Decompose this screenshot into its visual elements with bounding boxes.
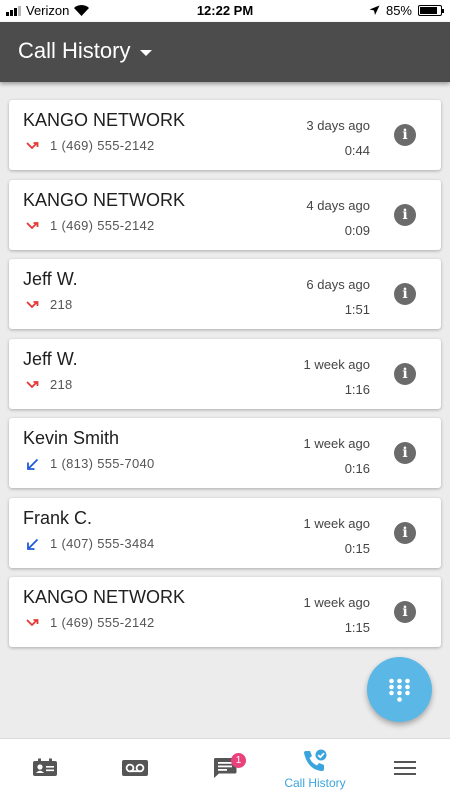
call-duration: 0:09 bbox=[344, 222, 370, 238]
unread-badge: 1 bbox=[231, 753, 246, 768]
call-duration: 1:15 bbox=[344, 620, 370, 635]
call-timestamp: 1 week ago bbox=[303, 436, 371, 451]
missed-call-icon bbox=[25, 138, 41, 154]
missed-call-icon bbox=[25, 377, 41, 393]
phone-number: 1 (469) 555-2142 bbox=[50, 217, 155, 233]
status-bar: Verizon 12:22 PM 85% bbox=[0, 0, 450, 22]
dialpad-icon bbox=[389, 678, 410, 702]
contact-name: Frank C. bbox=[23, 507, 93, 528]
missed-call-icon bbox=[25, 218, 41, 234]
info-icon[interactable]: i bbox=[394, 124, 416, 146]
nav-messages[interactable]: 1 bbox=[180, 739, 270, 800]
missed-call-icon bbox=[25, 297, 41, 313]
contacts-icon bbox=[33, 758, 57, 776]
call-timestamp: 3 days ago bbox=[306, 118, 370, 133]
call-timestamp: 1 week ago bbox=[303, 356, 371, 372]
battery-percent: 85% bbox=[385, 3, 412, 18]
call-history-filter-dropdown[interactable]: Call History bbox=[18, 38, 153, 64]
bottom-nav: 1 Call History bbox=[0, 738, 450, 800]
contact-name: Jeff W. bbox=[23, 269, 78, 289]
nav-voicemail[interactable] bbox=[90, 739, 180, 800]
phone-number: 1 (813) 555-7040 bbox=[50, 456, 155, 471]
call-timestamp: 1 week ago bbox=[303, 595, 371, 610]
call-duration: 1:51 bbox=[344, 302, 370, 317]
menu-icon bbox=[394, 761, 416, 775]
nav-call-history[interactable]: Call History bbox=[270, 739, 360, 800]
call-duration: 1:16 bbox=[344, 381, 370, 397]
outgoing-call-icon bbox=[25, 536, 41, 552]
call-duration: 0:44 bbox=[344, 143, 370, 158]
call-timestamp: 1 week ago bbox=[303, 515, 371, 531]
call-list-item[interactable]: KANGO NETWORK 1 (469) 555-2142 1 week ago 1… bbox=[9, 577, 441, 647]
info-icon[interactable]: i bbox=[394, 203, 416, 226]
phone-number: 218 bbox=[50, 297, 73, 312]
caret-down-icon bbox=[140, 49, 153, 56]
info-icon[interactable]: i bbox=[394, 521, 416, 544]
call-list-item[interactable]: Kevin Smith 1 (813) 555-7040 1 week ago 0:1… bbox=[9, 418, 441, 488]
call-list-item[interactable]: KANGO NETWORK 1 (469) 555-2142 3 days ago 0… bbox=[9, 100, 441, 170]
call-list: KANGO NETWORK 1 (469) 555-2142 3 days ago 0… bbox=[9, 100, 441, 657]
nav-menu[interactable] bbox=[360, 739, 450, 800]
page-title: Call History bbox=[18, 38, 131, 63]
info-icon[interactable]: i bbox=[394, 601, 416, 623]
nav-contacts[interactable] bbox=[0, 739, 90, 800]
phone-number: 218 bbox=[50, 376, 73, 392]
voicemail-icon bbox=[122, 760, 148, 776]
call-list-item[interactable]: Frank C. 1 (407) 555-3484 1 week ago 0:15 i bbox=[9, 497, 441, 568]
nav-call-history-label: Call History bbox=[284, 776, 346, 790]
status-right: 85% bbox=[369, 3, 444, 18]
contact-name: Jeff W. bbox=[23, 348, 78, 369]
missed-call-icon bbox=[25, 615, 41, 631]
location-icon bbox=[369, 5, 380, 15]
contact-name: KANGO NETWORK bbox=[23, 110, 186, 130]
call-list-item[interactable]: KANGO NETWORK 1 (469) 555-2142 4 days ago 0… bbox=[9, 179, 441, 250]
info-icon[interactable]: i bbox=[394, 362, 416, 385]
call-history-icon bbox=[304, 749, 327, 771]
outgoing-call-icon bbox=[25, 456, 41, 472]
call-duration: 0:16 bbox=[344, 461, 370, 476]
battery-fill bbox=[420, 7, 437, 14]
battery-icon bbox=[418, 5, 444, 16]
phone-number: 1 (407) 555-3484 bbox=[50, 535, 155, 551]
info-icon[interactable]: i bbox=[394, 283, 416, 305]
app-header: Call History bbox=[0, 22, 450, 82]
call-list-item[interactable]: Jeff W. 218 6 days ago 1:51 i bbox=[9, 259, 441, 329]
contact-name: KANGO NETWORK bbox=[23, 587, 186, 607]
call-duration: 0:15 bbox=[344, 540, 370, 556]
call-timestamp: 4 days ago bbox=[306, 197, 370, 213]
call-timestamp: 6 days ago bbox=[306, 277, 370, 292]
contact-name: KANGO NETWORK bbox=[23, 189, 186, 210]
phone-number: 1 (469) 555-2142 bbox=[50, 615, 155, 630]
info-icon[interactable]: i bbox=[394, 442, 416, 464]
dialpad-button[interactable] bbox=[367, 657, 432, 722]
contact-name: Kevin Smith bbox=[23, 428, 120, 448]
call-list-item[interactable]: Jeff W. 218 1 week ago 1:16 i bbox=[9, 338, 441, 409]
phone-number: 1 (469) 555-2142 bbox=[50, 138, 155, 153]
